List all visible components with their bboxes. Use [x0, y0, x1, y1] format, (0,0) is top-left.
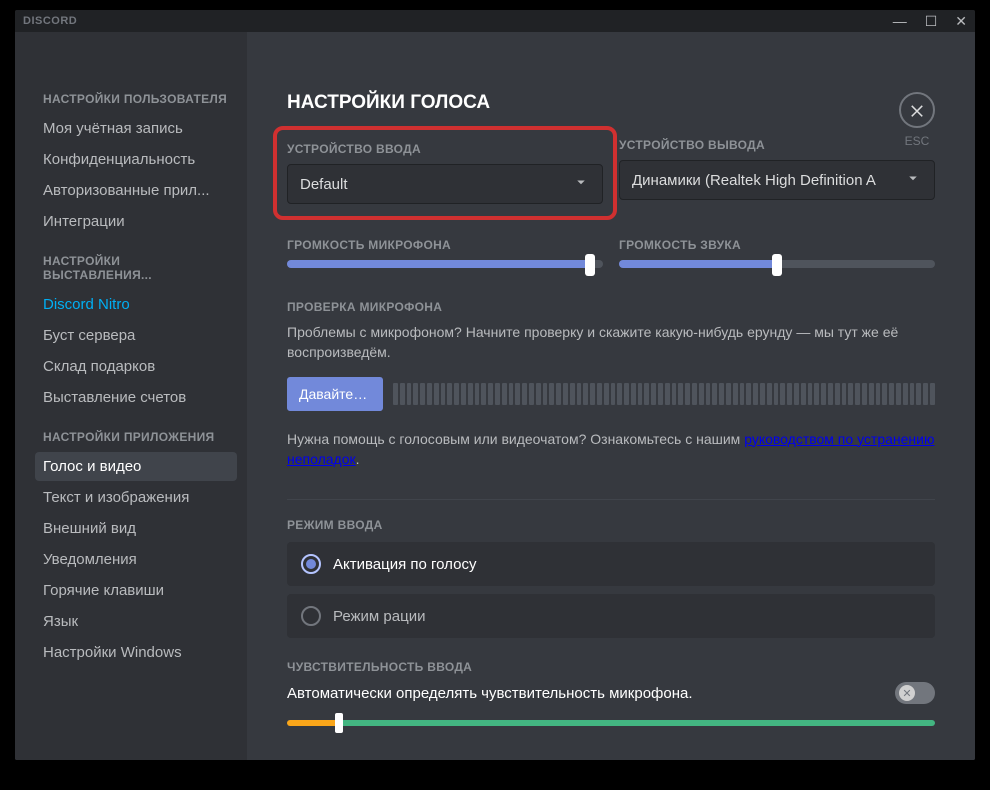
- mic-test-label: ПРОВЕРКА МИКРОФОНА: [287, 300, 935, 314]
- slider-fill: [619, 260, 777, 268]
- page-title: НАСТРОЙКИ ГОЛОСА: [287, 92, 935, 114]
- close-label: ESC: [899, 134, 935, 148]
- help-suffix: .: [356, 451, 360, 467]
- auto-sensitivity-toggle[interactable]: ✕: [895, 682, 935, 704]
- chevron-down-icon: [904, 169, 922, 191]
- sidebar-section-header: НАСТРОЙКИ ПОЛЬЗОВАТЕЛЯ: [35, 92, 237, 106]
- radio-label: Активация по голосу: [333, 556, 476, 573]
- sidebar-item-boost[interactable]: Буст сервера: [35, 321, 237, 350]
- mic-level-meter: [393, 383, 935, 405]
- mic-volume-label: ГРОМКОСТЬ МИКРОФОНА: [287, 238, 603, 252]
- output-device-select[interactable]: Динамики (Realtek High Definition A: [619, 160, 935, 200]
- sensitivity-thumb[interactable]: [335, 713, 343, 733]
- close-window-button[interactable]: ✕: [955, 13, 967, 30]
- sidebar-item-language[interactable]: Язык: [35, 607, 237, 636]
- input-mode-voice-activity[interactable]: Активация по голосу: [287, 542, 935, 586]
- close-settings: ESC: [899, 92, 935, 148]
- sidebar-item-account[interactable]: Моя учётная запись: [35, 114, 237, 143]
- minimize-button[interactable]: —: [893, 13, 907, 30]
- sidebar-item-windows[interactable]: Настройки Windows: [35, 638, 237, 667]
- slider-thumb[interactable]: [585, 254, 595, 276]
- sidebar-item-authorized-apps[interactable]: Авторизованные прил...: [35, 176, 237, 205]
- input-device-value: Default: [300, 176, 348, 193]
- output-volume-label: ГРОМКОСТЬ ЗВУКА: [619, 238, 935, 252]
- output-device-value: Динамики (Realtek High Definition A: [632, 172, 876, 189]
- help-prefix: Нужна помощь с голосовым или видеочатом?…: [287, 431, 744, 447]
- main-panel: ESC НАСТРОЙКИ ГОЛОСА УСТРОЙСТВО ВВОДА De…: [247, 32, 975, 760]
- divider: [287, 499, 935, 500]
- sensitivity-low: [287, 720, 339, 726]
- sidebar-item-integrations[interactable]: Интеграции: [35, 207, 237, 236]
- maximize-button[interactable]: ☐: [925, 13, 938, 30]
- mic-test-row: Давайте пр...: [287, 377, 935, 411]
- auto-sensitivity-label: Автоматически определять чувствительност…: [287, 685, 693, 702]
- device-row: УСТРОЙСТВО ВВОДА Default УСТРОЙСТВО ВЫВО…: [287, 138, 935, 220]
- sidebar-item-voice-video[interactable]: Голос и видео: [35, 452, 237, 481]
- input-mode-label: РЕЖИМ ВВОДА: [287, 518, 935, 532]
- sidebar-item-nitro[interactable]: Discord Nitro: [35, 290, 237, 319]
- sidebar-item-notifications[interactable]: Уведомления: [35, 545, 237, 574]
- sidebar-item-privacy[interactable]: Конфиденциальность: [35, 145, 237, 174]
- sidebar-section-header: НАСТРОЙКИ ПРИЛОЖЕНИЯ: [35, 430, 237, 444]
- sidebar-item-hotkeys[interactable]: Горячие клавиши: [35, 576, 237, 605]
- sidebar-item-appearance[interactable]: Внешний вид: [35, 514, 237, 543]
- titlebar-title: DISCORD: [23, 15, 77, 27]
- toggle-knob: ✕: [899, 685, 915, 701]
- radio-icon: [301, 554, 321, 574]
- close-icon: [908, 101, 926, 119]
- input-device-highlight: УСТРОЙСТВО ВВОДА Default: [273, 126, 617, 220]
- mic-test-text: Проблемы с микрофоном? Начните проверку …: [287, 322, 935, 363]
- sensitivity-high: [339, 720, 935, 726]
- sensitivity-row: Автоматически определять чувствительност…: [287, 682, 935, 704]
- output-volume-slider[interactable]: [619, 260, 935, 268]
- volume-row: ГРОМКОСТЬ МИКРОФОНА ГРОМКОСТЬ ЗВУКА: [287, 220, 935, 278]
- content: НАСТРОЙКИ ПОЛЬЗОВАТЕЛЯ Моя учётная запис…: [15, 32, 975, 760]
- radio-icon: [301, 606, 321, 626]
- sensitivity-label: ЧУВСТВИТЕЛЬНОСТЬ ВВОДА: [287, 660, 935, 674]
- mic-test-button[interactable]: Давайте пр...: [287, 377, 383, 411]
- input-mode-push-to-talk[interactable]: Режим рации: [287, 594, 935, 638]
- sensitivity-slider[interactable]: [287, 720, 935, 726]
- close-settings-button[interactable]: [899, 92, 935, 128]
- input-mode-group: Активация по голосу Режим рации: [287, 542, 935, 638]
- sidebar-item-gifts[interactable]: Склад подарков: [35, 352, 237, 381]
- app-window: DISCORD — ☐ ✕ НАСТРОЙКИ ПОЛЬЗОВАТЕЛЯ Моя…: [15, 10, 975, 760]
- input-device-label: УСТРОЙСТВО ВВОДА: [287, 142, 603, 156]
- sidebar-section-header: НАСТРОЙКИ ВЫСТАВЛЕНИЯ...: [35, 254, 237, 282]
- sidebar-item-billing[interactable]: Выставление счетов: [35, 383, 237, 412]
- titlebar: DISCORD — ☐ ✕: [15, 10, 975, 32]
- sidebar: НАСТРОЙКИ ПОЛЬЗОВАТЕЛЯ Моя учётная запис…: [15, 32, 247, 760]
- input-device-select[interactable]: Default: [287, 164, 603, 204]
- radio-label: Режим рации: [333, 608, 425, 625]
- sidebar-item-text-images[interactable]: Текст и изображения: [35, 483, 237, 512]
- mic-volume-slider[interactable]: [287, 260, 603, 268]
- help-block: Нужна помощь с голосовым или видеочатом?…: [287, 429, 935, 470]
- output-device-label: УСТРОЙСТВО ВЫВОДА: [619, 138, 935, 152]
- slider-fill: [287, 260, 590, 268]
- slider-thumb[interactable]: [772, 254, 782, 276]
- window-controls: — ☐ ✕: [893, 13, 967, 30]
- chevron-down-icon: [572, 173, 590, 195]
